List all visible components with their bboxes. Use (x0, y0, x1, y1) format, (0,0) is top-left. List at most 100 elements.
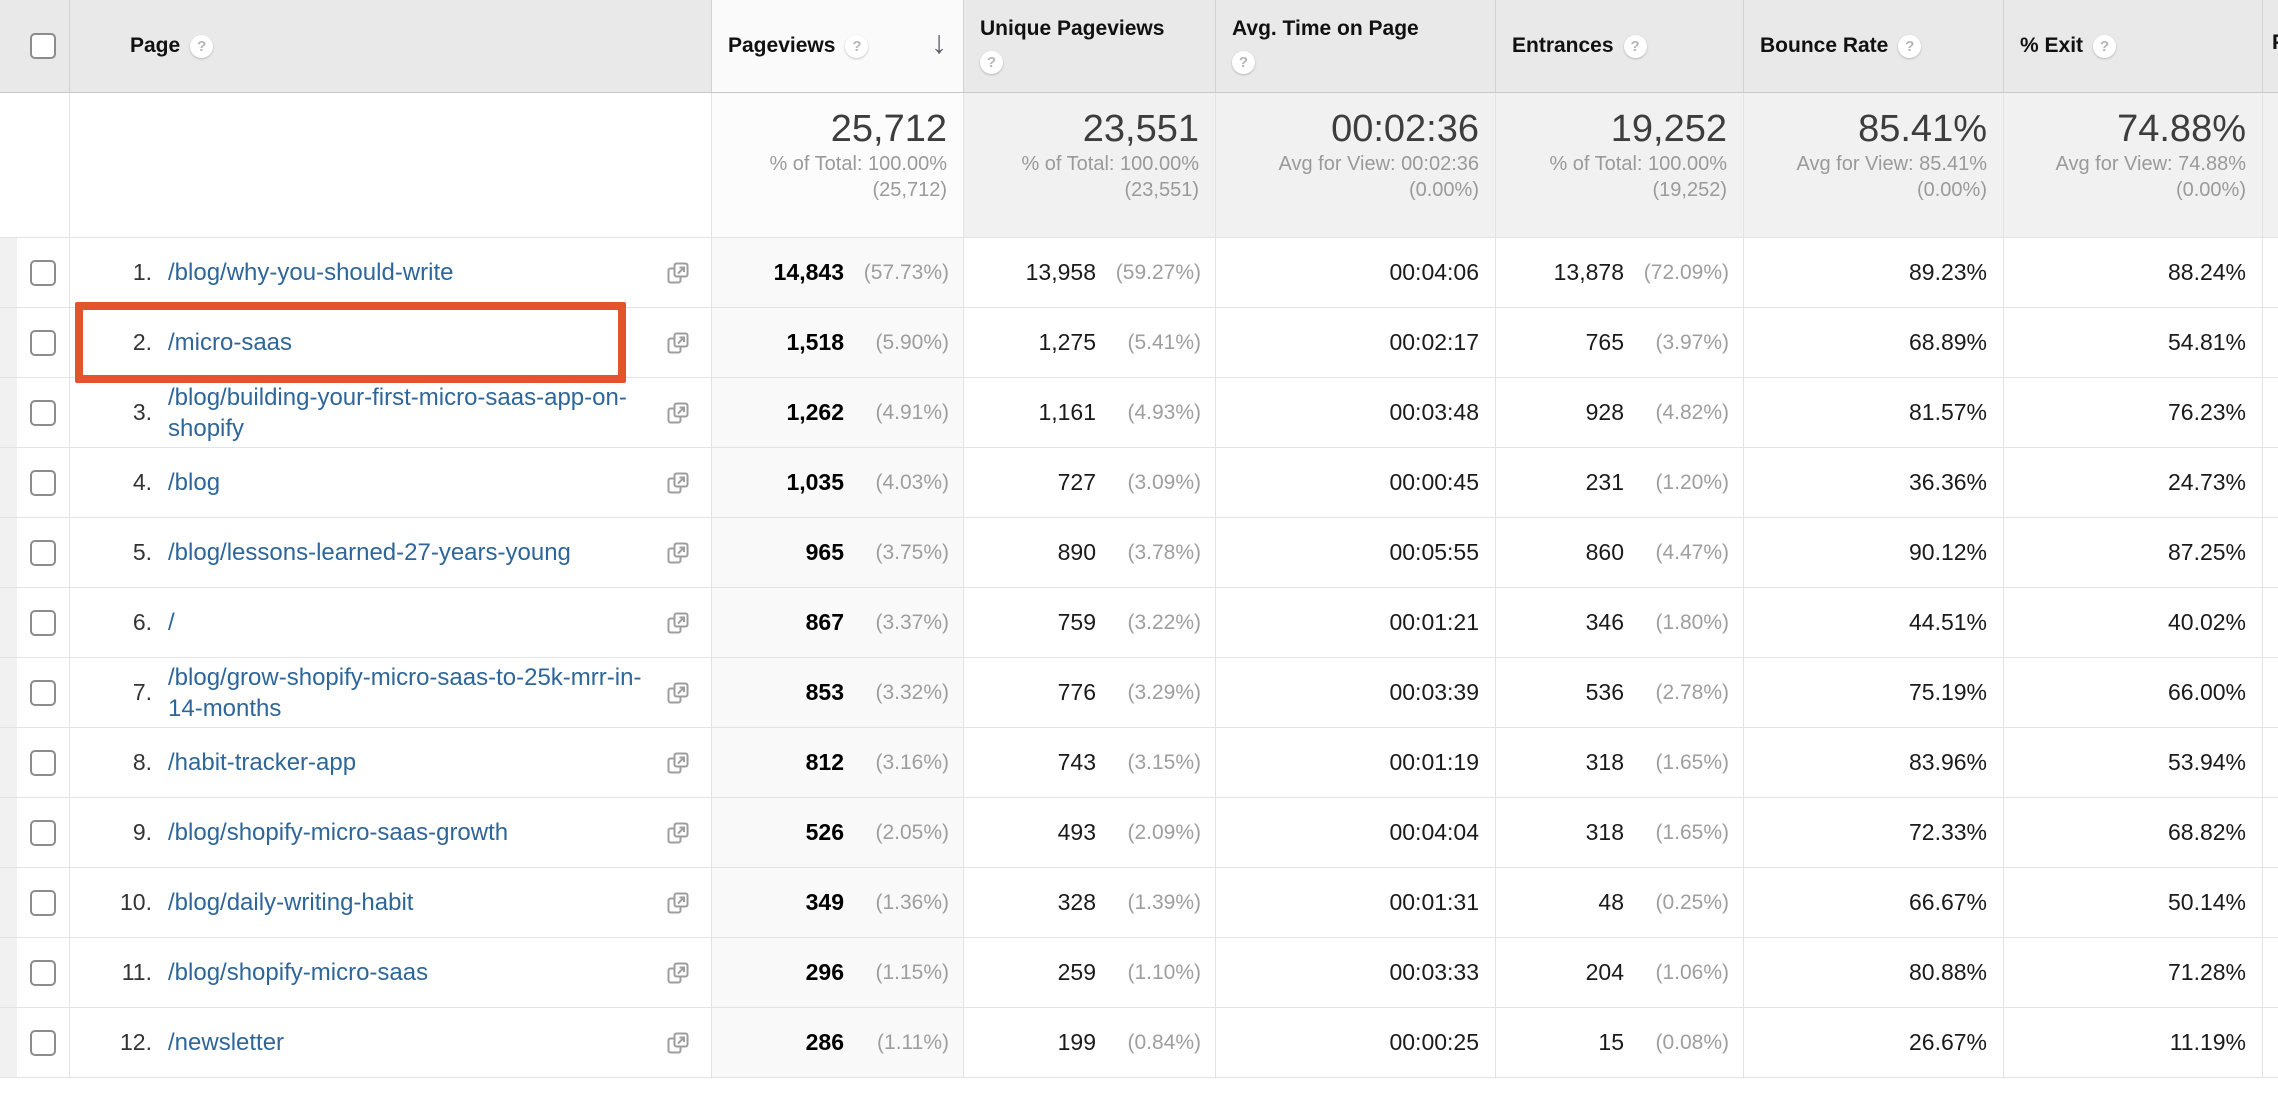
external-link-icon[interactable] (665, 260, 691, 286)
page-link[interactable]: /blog/shopify-micro-saas-growth (168, 817, 508, 848)
total-subtext: (0.00%) (1224, 177, 1479, 203)
pageviews-value: 1,262 (786, 399, 844, 426)
column-header-percent-exit[interactable]: % Exit ? (2004, 0, 2263, 92)
row-checkbox-cell (17, 1008, 70, 1077)
avg-time-cell: 00:02:17 (1216, 308, 1496, 377)
row-checkbox[interactable] (30, 680, 56, 706)
pageviews-value: 867 (806, 609, 844, 636)
column-header-bounce-rate[interactable]: Bounce Rate ? (1744, 0, 2004, 92)
table-body: 1. /blog/why-you-should-write 14,843 (57… (0, 238, 2278, 1078)
help-icon[interactable]: ? (2093, 35, 2116, 58)
row-checkbox[interactable] (30, 890, 56, 916)
total-subtext: % of Total: 100.00% (972, 151, 1199, 177)
unique-pageviews-percent: (3.22%) (1096, 611, 1201, 635)
row-checkbox[interactable] (30, 820, 56, 846)
help-icon[interactable]: ? (980, 51, 1003, 74)
entrances-percent: (2.78%) (1624, 681, 1729, 705)
total-subtext: % of Total: 100.00% (1504, 151, 1727, 177)
entrances-value: 204 (1586, 959, 1624, 986)
percent-exit-cell: 50.14% (2004, 868, 2263, 937)
entrances-value: 928 (1586, 399, 1624, 426)
entrances-cell: 928 (4.82%) (1496, 378, 1744, 447)
sort-descending-icon[interactable]: ↓ (931, 26, 947, 58)
table-header-row: Page ? Pageviews ? ↓ Unique Pageviews ? … (0, 0, 2278, 93)
external-link-icon[interactable] (665, 960, 691, 986)
row-rank: 11. (90, 959, 152, 986)
column-header-pageviews[interactable]: Pageviews ? ↓ (712, 0, 964, 92)
row-checkbox[interactable] (30, 260, 56, 286)
pageviews-cell: 867 (3.37%) (712, 588, 964, 657)
page-link[interactable]: /blog/daily-writing-habit (168, 887, 413, 918)
pageviews-cell: 1,262 (4.91%) (712, 378, 964, 447)
external-link-icon[interactable] (665, 750, 691, 776)
page-cell: 8. /habit-tracker-app (70, 728, 712, 797)
page-link[interactable]: /blog/lessons-learned-27-years-young (168, 537, 571, 568)
page-link[interactable]: / (168, 607, 175, 638)
entrances-cell: 13,878 (72.09%) (1496, 238, 1744, 307)
pageviews-percent: (57.73%) (844, 261, 949, 285)
row-rank: 1. (90, 259, 152, 286)
entrances-percent: (1.65%) (1624, 821, 1729, 845)
row-checkbox[interactable] (30, 1030, 56, 1056)
help-icon[interactable]: ? (1624, 35, 1647, 58)
unique-pageviews-value: 493 (1058, 819, 1096, 846)
row-checkbox-cell (17, 518, 70, 587)
avg-time-cell: 00:05:55 (1216, 518, 1496, 587)
entrances-cell: 318 (1.65%) (1496, 798, 1744, 867)
external-link-icon[interactable] (665, 1030, 691, 1056)
external-link-icon[interactable] (665, 400, 691, 426)
pageviews-value: 349 (806, 889, 844, 916)
page-link[interactable]: /blog/grow-shopify-micro-saas-to-25k-mrr… (168, 662, 649, 724)
row-checkbox[interactable] (30, 540, 56, 566)
entrances-cell: 204 (1.06%) (1496, 938, 1744, 1007)
pageviews-percent: (1.15%) (844, 961, 949, 985)
pageviews-cell: 14,843 (57.73%) (712, 238, 964, 307)
left-gutter (0, 378, 17, 447)
row-checkbox[interactable] (30, 610, 56, 636)
pageviews-value: 526 (806, 819, 844, 846)
row-checkbox[interactable] (30, 330, 56, 356)
page-link[interactable]: /blog/shopify-micro-saas (168, 957, 428, 988)
select-all-checkbox[interactable] (30, 33, 56, 59)
total-value: 85.41% (1752, 107, 1987, 151)
avg-time-cell: 00:03:48 (1216, 378, 1496, 447)
unique-pageviews-value: 328 (1058, 889, 1096, 916)
page-cell: 7. /blog/grow-shopify-micro-saas-to-25k-… (70, 658, 712, 727)
entrances-percent: (72.09%) (1624, 261, 1729, 285)
row-checkbox[interactable] (30, 470, 56, 496)
row-checkbox[interactable] (30, 750, 56, 776)
unique-pageviews-cell: 13,958 (59.27%) (964, 238, 1216, 307)
total-subtext: (25,712) (720, 177, 947, 203)
page-link[interactable]: /micro-saas (168, 327, 292, 358)
external-link-icon[interactable] (665, 890, 691, 916)
column-header-page[interactable]: Page ? (70, 0, 712, 92)
entrances-cell: 346 (1.80%) (1496, 588, 1744, 657)
percent-exit-cell: 66.00% (2004, 658, 2263, 727)
entrances-cell: 536 (2.78%) (1496, 658, 1744, 727)
external-link-icon[interactable] (665, 540, 691, 566)
page-link[interactable]: /newsletter (168, 1027, 284, 1058)
external-link-icon[interactable] (665, 820, 691, 846)
page-link[interactable]: /habit-tracker-app (168, 747, 356, 778)
external-link-icon[interactable] (665, 680, 691, 706)
external-link-icon[interactable] (665, 610, 691, 636)
pageviews-percent: (2.05%) (844, 821, 949, 845)
external-link-icon[interactable] (665, 330, 691, 356)
unique-pageviews-value: 1,275 (1038, 329, 1096, 356)
total-subtext: Avg for View: 85.41% (1752, 151, 1987, 177)
help-icon[interactable]: ? (190, 35, 213, 58)
page-link[interactable]: /blog/building-your-first-micro-saas-app… (168, 382, 649, 444)
help-icon[interactable]: ? (845, 35, 868, 58)
help-icon[interactable]: ? (1232, 51, 1255, 74)
page-link[interactable]: /blog/why-you-should-write (168, 257, 453, 288)
column-header-entrances[interactable]: Entrances ? (1496, 0, 1744, 92)
row-checkbox[interactable] (30, 960, 56, 986)
column-header-avg-time-on-page[interactable]: Avg. Time on Page ? (1216, 0, 1496, 92)
row-checkbox[interactable] (30, 400, 56, 426)
page-link[interactable]: /blog (168, 467, 220, 498)
help-icon[interactable]: ? (1898, 35, 1921, 58)
left-gutter (0, 728, 17, 797)
external-link-icon[interactable] (665, 470, 691, 496)
column-header-unique-pageviews[interactable]: Unique Pageviews ? (964, 0, 1216, 92)
column-header-label: Avg. Time on Page (1232, 14, 1481, 44)
